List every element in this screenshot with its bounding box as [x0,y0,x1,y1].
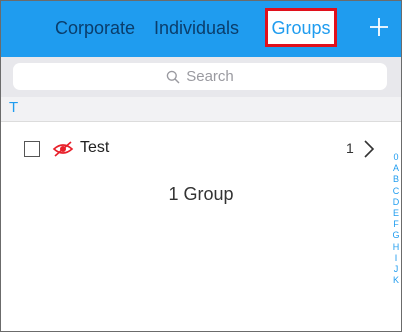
chevron-right-icon [364,140,375,158]
hidden-eye-icon [52,141,74,157]
search-placeholder: Search [186,68,234,85]
index-item[interactable]: D [393,197,400,208]
alphabet-index[interactable]: 0 A B C D E F G H I J K [391,152,401,286]
search-icon [166,70,180,83]
add-button[interactable] [367,12,391,42]
index-item[interactable]: K [393,275,399,286]
tab-individuals[interactable]: Individuals [154,17,239,39]
index-item[interactable]: H [393,242,400,253]
row-checkbox[interactable] [24,141,40,157]
plus-icon [370,18,388,36]
row-count: 1 [346,140,354,156]
list-item[interactable]: Test 1 [1,132,391,166]
row-name: Test [80,139,110,156]
app-frame: Corporate Individuals Groups Search T Te… [0,0,402,332]
index-item[interactable]: G [392,230,399,241]
index-item[interactable]: E [393,208,399,219]
index-item[interactable]: 0 [393,152,398,163]
index-item[interactable]: I [395,253,398,264]
tab-groups[interactable]: Groups [265,8,337,47]
search-bar: Search [1,57,401,97]
index-item[interactable]: B [393,174,399,185]
section-letter: T [9,99,19,116]
group-count-label: 1 Group [168,184,234,204]
index-item[interactable]: A [393,163,399,174]
index-item[interactable]: F [393,219,399,230]
top-bar: Corporate Individuals Groups [1,1,401,57]
search-input[interactable]: Search [13,63,387,90]
index-item[interactable]: C [393,186,400,197]
index-item[interactable]: J [394,264,399,275]
section-header: T [1,97,401,122]
tab-corporate[interactable]: Corporate [55,17,135,39]
